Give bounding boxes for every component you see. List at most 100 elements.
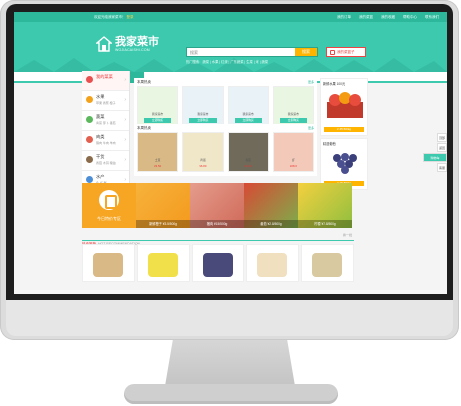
promo-top-title: 新鲜水果 100元 xyxy=(323,82,346,86)
chevron-right-icon: › xyxy=(124,97,126,103)
product-price: ¥12.0 xyxy=(244,164,252,168)
recommend-card[interactable] xyxy=(191,244,245,282)
category-icon xyxy=(86,76,93,83)
cart-button[interactable]: 我的菜篮子 xyxy=(326,47,366,57)
product-card[interactable]: 我家菜市 立即购买 xyxy=(182,86,224,126)
recommend-card[interactable] xyxy=(136,244,190,282)
recommend-card[interactable] xyxy=(82,244,135,282)
top-bar: 欢迎光临我家菜市！ 登录 我的订单 我的菜篮 我的收藏 帮助中心 联系我们 xyxy=(14,12,447,22)
side-tool-back[interactable]: 返回 xyxy=(437,143,447,152)
product-label: 我家菜市 xyxy=(242,112,254,116)
category-item[interactable]: 肉类 猪肉 牛肉 羊肉 › xyxy=(82,131,129,151)
side-tool-cart[interactable]: 购物车 xyxy=(423,153,447,162)
banner-tile-caption: 猪肉 ¥15/500g xyxy=(190,220,244,228)
category-sidebar: 我的菜菜 › 水果 苹果 香蕉 橙子 › 蔬菜 青菜 萝卜 番茄 › 肉类 猪肉 牛肉 羊肉 › 干货… xyxy=(82,71,130,191)
welcome-text: 欢迎光临我家菜市！ 登录 xyxy=(94,15,133,20)
recommend-card[interactable] xyxy=(301,244,354,282)
search-button[interactable]: 搜索 xyxy=(295,48,317,56)
cart-label: 我的菜篮子 xyxy=(337,49,355,54)
product-label: 鸡蛋 xyxy=(200,158,206,162)
search-input[interactable]: 搜索 xyxy=(187,48,295,56)
category-icon xyxy=(86,116,93,123)
banner-tile[interactable]: 番茄 ¥2.8/500g xyxy=(244,183,298,228)
chevron-right-icon: › xyxy=(124,157,126,163)
promo-top-price: ¥ 45.50/kg xyxy=(324,127,364,132)
category-icon xyxy=(86,136,93,143)
product-card[interactable]: 我家菜市 立即购买 xyxy=(137,86,179,126)
category-item[interactable]: 干货 香菇 木耳 粮油 › xyxy=(82,151,129,171)
top-link-help[interactable]: 帮助中心 xyxy=(403,15,417,20)
logo-site: WOJIACAISHI.COM xyxy=(115,47,150,52)
product-price: ¥6.80 xyxy=(199,164,207,168)
category-icon xyxy=(86,156,93,163)
product-price: ¥3.50 xyxy=(154,164,162,168)
panel-bottom-title: 本周热卖 xyxy=(137,126,151,130)
top-link-contact[interactable]: 联系我们 xyxy=(425,15,439,20)
category-item[interactable]: 蔬菜 青菜 萝卜 番茄 › xyxy=(82,111,129,131)
promo-bottom-title: 精选葡萄 xyxy=(323,142,336,146)
product-label: 我家菜市 xyxy=(152,112,164,116)
category-item[interactable]: 我的菜菜 › xyxy=(82,71,129,91)
product-price: ¥28.0 xyxy=(289,164,297,168)
chevron-right-icon: › xyxy=(124,77,126,83)
stage: 欢迎光临我家菜市！ 登录 我的订单 我的菜篮 我的收藏 帮助中心 联系我们 我家… xyxy=(0,0,461,406)
top-link-orders[interactable]: 我的订单 xyxy=(337,15,351,20)
banner-tile[interactable]: 柠檬 ¥7.8/500g xyxy=(298,183,352,228)
special-offer-banner[interactable]: 今日特价专区 xyxy=(82,183,136,228)
product-card[interactable]: 土豆 ¥3.50 xyxy=(137,132,179,172)
monitor-stand xyxy=(124,384,338,404)
banner-tile-caption: 番茄 ¥2.8/500g xyxy=(244,220,298,228)
recommend-image xyxy=(147,253,178,277)
top-link-favorites[interactable]: 我的收藏 xyxy=(381,15,395,20)
top-link-cart[interactable]: 我的菜篮 xyxy=(359,15,373,20)
panel-hot-bottom: 本周热卖 更多 土豆 ¥3.50 鸡蛋 ¥6.80 香菇 ¥12.0 虾 ¥28.0 xyxy=(134,124,317,176)
side-tool-service[interactable]: 客服 xyxy=(437,163,447,172)
monitor-neck xyxy=(165,340,295,386)
product-label: 我家菜市 xyxy=(197,112,209,116)
panel-top-grid: 我家菜市 立即购买 我家菜市 立即购买 我家菜市 立即购买 我家菜市 立即购买 xyxy=(134,86,317,126)
header: 我家菜市 WOJIACAISHI.COM 搜索 搜索 热门搜索：蔬菜 | 水果 … xyxy=(14,22,447,72)
welcome-prefix: 欢迎光临我家菜市！ xyxy=(94,14,126,19)
recommend-refresh[interactable]: 换一批 xyxy=(343,233,352,237)
product-card[interactable]: 鸡蛋 ¥6.80 xyxy=(182,132,224,172)
category-icon xyxy=(86,96,93,103)
product-price[interactable]: 立即购买 xyxy=(234,118,262,123)
product-card[interactable]: 香菇 ¥12.0 xyxy=(227,132,269,172)
product-price[interactable]: 立即购买 xyxy=(144,118,172,123)
panel-bottom-grid: 土豆 ¥3.50 鸡蛋 ¥6.80 香菇 ¥12.0 虾 ¥28.0 xyxy=(134,132,317,172)
logo-name: 我家菜市 xyxy=(115,35,159,48)
banner-tile[interactable]: 新鲜橙子 ¥3.5/500g xyxy=(136,183,190,228)
banner-tiles: 新鲜橙子 ¥3.5/500g 猪肉 ¥15/500g 番茄 ¥2.8/500g 柠檬 … xyxy=(136,183,352,228)
cart-icon xyxy=(330,49,335,55)
product-price[interactable]: 立即购买 xyxy=(189,118,217,123)
hot-search-words[interactable]: 热门搜索：蔬菜 | 水果 | 红烧 | 广东蔬菜 | 生菜 | 米 | 蔬菜 xyxy=(186,59,268,64)
recommend-row xyxy=(82,244,354,282)
search-box: 搜索 搜索 xyxy=(186,47,318,57)
side-tool-top[interactable]: 顶部 xyxy=(437,133,447,142)
panel-top-title: 本周热卖 xyxy=(137,80,151,84)
login-link[interactable]: 登录 xyxy=(126,15,133,19)
panel-top-more[interactable]: 更多 xyxy=(308,80,314,84)
recommend-image xyxy=(93,253,123,277)
feature-banner-row: 今日特价专区 新鲜橙子 ¥3.5/500g 猪肉 ¥15/500g 番茄 ¥2.8/… xyxy=(82,183,354,228)
recommend-card[interactable] xyxy=(246,244,300,282)
recommend-image xyxy=(202,253,233,277)
panel-bottom-more[interactable]: 更多 xyxy=(308,126,314,130)
site-logo[interactable]: 我家菜市 WOJIACAISHI.COM xyxy=(96,36,159,52)
top-links: 我的订单 我的菜篮 我的收藏 帮助中心 联系我们 xyxy=(337,15,439,20)
fruit-box-image xyxy=(327,92,363,118)
side-tools: 顶部 返回 购物车 客服 xyxy=(423,133,447,173)
promo-top[interactable]: 新鲜水果 100元 ¥ 45.50/kg xyxy=(320,78,368,136)
product-price[interactable]: 立即购买 xyxy=(279,118,307,123)
product-card[interactable]: 我家菜市 立即购买 xyxy=(227,86,269,126)
banner-tile[interactable]: 猪肉 ¥15/500g xyxy=(190,183,244,228)
category-item[interactable]: 水果 苹果 香蕉 橙子 › xyxy=(82,91,129,111)
chevron-right-icon: › xyxy=(124,137,126,143)
product-card[interactable]: 虾 ¥28.0 xyxy=(272,132,314,172)
product-label: 香菇 xyxy=(245,158,251,162)
category-icon xyxy=(86,176,93,183)
product-card[interactable]: 我家菜市 立即购买 xyxy=(272,86,314,126)
house-icon xyxy=(96,36,112,52)
grape-image xyxy=(333,153,357,174)
panel-hot-top: 本周热卖 更多 我家菜市 立即购买 我家菜市 立即购买 我家菜市 立即购买 我家菜市 立即购买 xyxy=(134,78,317,130)
